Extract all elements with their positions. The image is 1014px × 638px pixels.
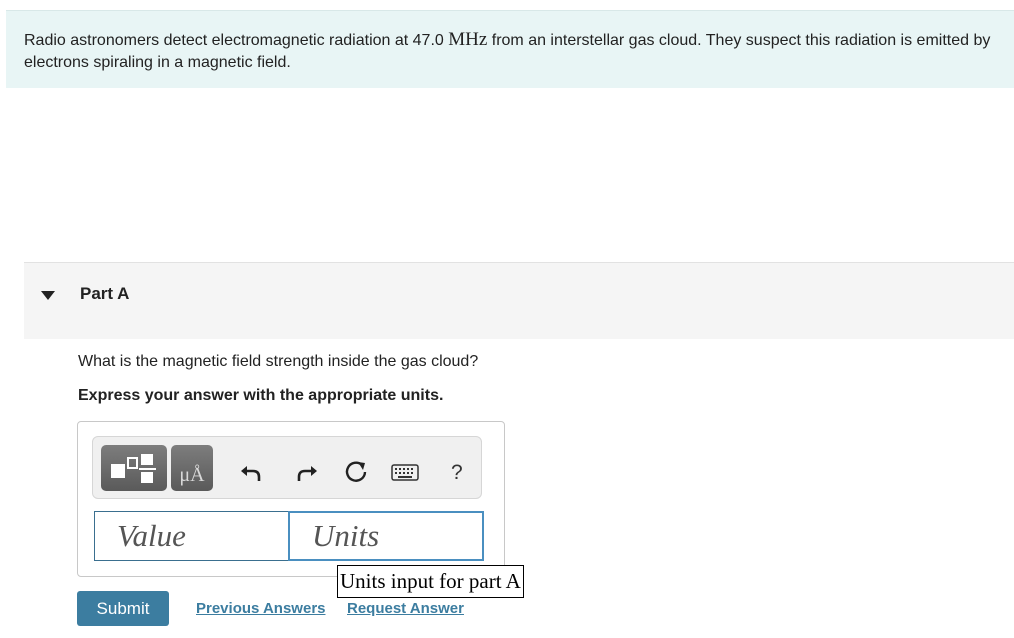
redo-icon[interactable] <box>293 459 319 485</box>
part-title: Part A <box>80 284 130 303</box>
units-input[interactable]: Units <box>288 511 484 561</box>
help-button[interactable]: ? <box>451 461 463 485</box>
previous-answers-link[interactable]: Previous Answers <box>196 600 326 617</box>
question-text: What is the magnetic field strength insi… <box>78 353 479 370</box>
units-button[interactable]: μÅ <box>171 445 213 491</box>
request-answer-link[interactable]: Request Answer <box>347 600 464 617</box>
reset-icon[interactable] <box>343 459 369 485</box>
problem-statement: Radio astronomers detect electromagnetic… <box>24 29 991 71</box>
problem-statement-box: Radio astronomers detect electromagnetic… <box>6 10 1014 88</box>
submit-button[interactable]: Submit <box>77 591 169 626</box>
instruction-text: Express your answer with the appropriate… <box>78 387 444 404</box>
keyboard-icon[interactable] <box>391 459 419 485</box>
units-input-tooltip: Units input for part A <box>337 565 524 598</box>
templates-button[interactable] <box>101 445 167 491</box>
units-icon: μÅ <box>179 464 205 486</box>
collapse-caret-icon[interactable] <box>41 291 55 300</box>
value-input[interactable]: Value <box>94 511 307 561</box>
answer-box: μÅ ? Value Units <box>77 421 505 577</box>
math-toolbar: μÅ ? <box>92 436 482 499</box>
frequency-unit: MHz <box>448 29 488 50</box>
undo-icon[interactable] <box>239 459 265 485</box>
part-a-header[interactable]: Part A <box>24 262 1014 339</box>
templates-icon <box>111 454 156 483</box>
